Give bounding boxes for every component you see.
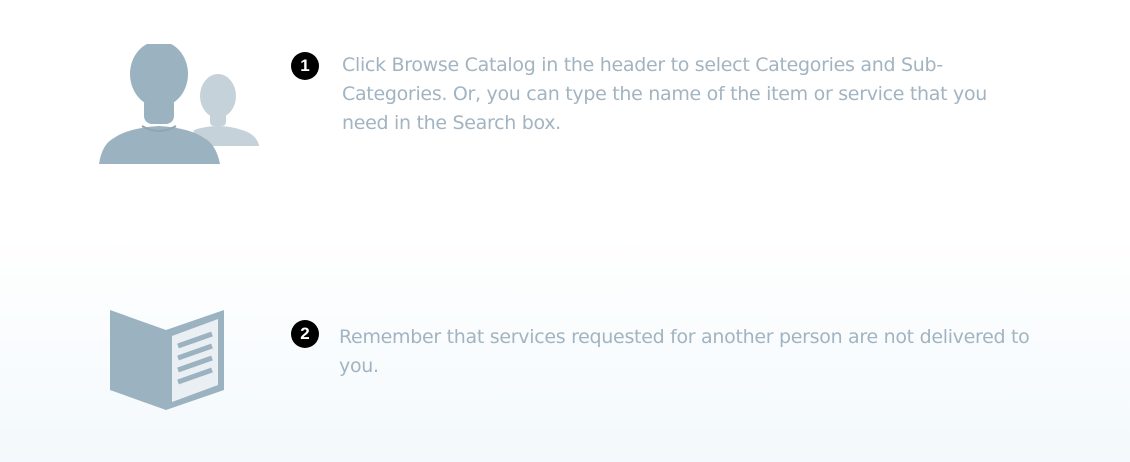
step-2: 2 Remember that services requested for a…: [0, 230, 1130, 462]
step-number-badge: 2: [291, 320, 319, 348]
step-number-badge: 1: [291, 52, 319, 80]
step-text: Remember that services requested for ano…: [339, 326, 1030, 377]
users-icon: [98, 41, 262, 166]
step-1: 1 Click Browse Catalog in the header to …: [0, 0, 1130, 230]
step-text: Click Browse Catalog in the header to se…: [342, 54, 988, 134]
open-book-icon: [108, 308, 226, 412]
